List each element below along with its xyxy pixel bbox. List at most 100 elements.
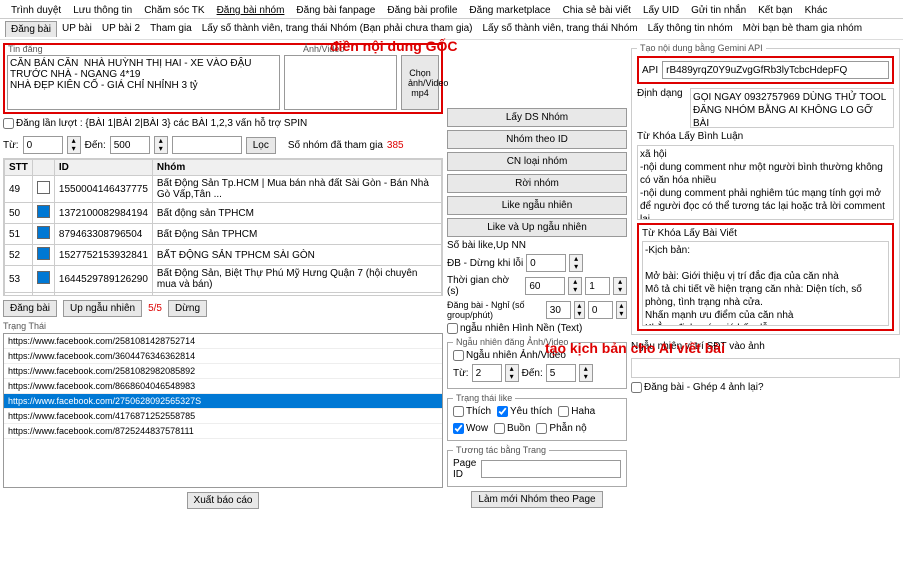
dung-button[interactable]: Dừng (168, 300, 207, 317)
mid-button-5[interactable]: Like và Up ngẫu nhiên (447, 218, 627, 237)
tab-sub-2[interactable]: UP bài 2 (97, 21, 145, 37)
table-header[interactable]: STT (5, 160, 33, 176)
tab-top-4[interactable]: Đăng bài fanpage (290, 3, 381, 18)
mid-button-3[interactable]: Rời nhóm (447, 174, 627, 193)
tab-sub-5[interactable]: Lấy số thành viên, trang thái Nhóm (478, 21, 643, 37)
status-list[interactable]: https://www.facebook.com/258108142875271… (3, 333, 443, 488)
sdt-box[interactable] (631, 358, 900, 378)
mid-button-4[interactable]: Like ngẫu nhiên (447, 196, 627, 215)
dung-khi-loi-input[interactable] (526, 254, 566, 272)
tab-top-1[interactable]: Lưu thông tin (67, 3, 138, 18)
nghi-v2-input[interactable] (588, 301, 613, 319)
loc-button[interactable]: Lọc (246, 137, 276, 154)
yeu-checkbox[interactable]: Yêu thích (497, 406, 552, 417)
tab-top-2[interactable]: Chăm sóc TK (138, 3, 210, 18)
row-checkbox[interactable] (37, 205, 50, 218)
tab-top-8[interactable]: Lấy UID (637, 3, 685, 18)
updown-icon[interactable]: ▴▾ (574, 301, 585, 319)
updown-icon[interactable]: ▴▾ (568, 277, 582, 295)
tab-sub-1[interactable]: UP bài (57, 21, 97, 37)
mid-button-1[interactable]: Nhóm theo ID (447, 130, 627, 149)
tab-sub-3[interactable]: Tham gia (145, 21, 197, 37)
annotation-2: tạo kịch bản cho AI viết bài (545, 340, 725, 356)
table-row[interactable]: 531644529789126290Bất Động Sản, Biệt Thự… (5, 266, 442, 293)
tab-top-5[interactable]: Đăng bài profile (381, 3, 463, 18)
tin-dang-label: Tin đăng (8, 44, 43, 54)
trang-thai-label: Trạng Thái (3, 321, 443, 331)
page-id-input[interactable] (481, 460, 621, 478)
mid-button-2[interactable]: CN loại nhóm (447, 152, 627, 171)
dung-khi-loi-label: ĐB - Dừng khi lỗi (447, 258, 523, 269)
api-input[interactable] (662, 61, 889, 79)
ghep4-checkbox[interactable]: Đăng bài - Ghép 4 ảnh lại? (631, 382, 764, 393)
ngau-den-input[interactable] (546, 364, 576, 382)
tab-top-10[interactable]: Kết bạn (752, 3, 798, 18)
so-nhom-label: Số nhóm đã tham gia (288, 140, 383, 151)
updown-icon[interactable]: ▴▾ (616, 301, 627, 319)
status-item[interactable]: https://www.facebook.com/275062809256532… (4, 394, 442, 409)
status-item[interactable]: https://www.facebook.com/872524483757811… (4, 424, 442, 439)
xuat-bao-cao-button[interactable]: Xuất báo cáo (187, 492, 260, 509)
row-checkbox[interactable] (37, 247, 50, 260)
one-input[interactable] (585, 277, 610, 295)
nghi-v1-input[interactable] (546, 301, 571, 319)
table-row[interactable]: 491550004146437775Bất Động Sản Tp.HCM | … (5, 176, 442, 203)
haha-checkbox[interactable]: Haha (558, 406, 595, 417)
tab-top-11[interactable]: Khác (799, 3, 834, 18)
table-row[interactable]: 542898796901140967Rđs Kon Tum - Bất Động… (5, 293, 442, 297)
bl-textarea[interactable]: xã hội -nội dung comment như một người b… (637, 145, 894, 220)
table-header[interactable]: Nhóm (152, 160, 441, 176)
row-checkbox[interactable] (37, 226, 50, 239)
ngau-tu-input[interactable] (472, 364, 502, 382)
bv-textarea[interactable]: -Kịch bản: Mở bài: Giới thiệu vị trí đắc… (642, 241, 889, 326)
table-header[interactable] (32, 160, 54, 176)
updown-icon[interactable]: ▴▾ (579, 364, 593, 382)
lam-moi-button[interactable]: Làm mới Nhóm theo Page (471, 491, 602, 508)
wow-checkbox[interactable]: Wow (453, 423, 488, 434)
tu-khoa-bv-label: Từ Khóa Lấy Bài Viết (642, 228, 889, 239)
tu-label: Từ: (3, 140, 19, 151)
phan-checkbox[interactable]: Phẫn nộ (536, 423, 586, 434)
count-label: 5/5 (148, 303, 162, 314)
thich-checkbox[interactable]: Thích (453, 406, 491, 417)
tab-top-6[interactable]: Đăng marketplace (463, 3, 556, 18)
tab-top-9[interactable]: Gửi tin nhắn (685, 3, 752, 18)
buon-checkbox[interactable]: Buồn (494, 423, 530, 434)
tab-sub-4[interactable]: Lấy số thành viên, trang thái Nhóm (Bạn … (197, 21, 478, 37)
tab-top-7[interactable]: Chia sẻ bài viết (557, 3, 637, 18)
up-ngau-button[interactable]: Up ngẫu nhiên (63, 300, 142, 317)
row-checkbox[interactable] (37, 271, 50, 284)
group-table[interactable]: STT IDNhóm 491550004146437775Bất Động Sản… (4, 159, 442, 296)
tin-dang-textarea[interactable]: CĂN BÁN CĂN NHÀ HUỲNH THỊ HAI - XE VÀO Đ… (7, 55, 280, 110)
table-row[interactable]: 51879463308796504Bất Động Sản TPHCM (5, 224, 442, 245)
chon-anh-button[interactable]: Chọn ảnh/Video mp4 (401, 55, 439, 110)
anh-video-box[interactable] (284, 55, 397, 110)
row-checkbox[interactable] (37, 181, 50, 194)
mid-button-0[interactable]: Lấy DS Nhóm (447, 108, 627, 127)
filter-text-input[interactable] (172, 136, 242, 154)
updown-icon[interactable]: ▴▾ (154, 136, 168, 154)
status-item[interactable]: https://www.facebook.com/258108298208589… (4, 364, 442, 379)
status-item[interactable]: https://www.facebook.com/866860404654898… (4, 379, 442, 394)
updown-icon[interactable]: ▴▾ (505, 364, 519, 382)
tab-top-0[interactable]: Trình duyệt (5, 3, 67, 18)
table-row[interactable]: 501372100082984194Bất động sản TPHCM (5, 203, 442, 224)
tu-input[interactable] (23, 136, 63, 154)
tab-sub-7[interactable]: Mời bạn bè tham gia nhóm (738, 21, 867, 37)
updown-icon[interactable]: ▴▾ (569, 254, 583, 272)
updown-icon[interactable]: ▴▾ (613, 277, 627, 295)
tab-sub-0[interactable]: Đăng bài (5, 21, 57, 37)
status-item[interactable]: https://www.facebook.com/258108142875271… (4, 334, 442, 349)
status-item[interactable]: https://www.facebook.com/417687125255878… (4, 409, 442, 424)
ngau-hinh-checkbox[interactable]: ngẫu nhiên Hình Nền (Text) (447, 323, 582, 334)
dang-bai-button[interactable]: Đăng bài (3, 300, 57, 317)
tab-sub-6[interactable]: Lấy thông tin nhóm (643, 21, 738, 37)
den-input[interactable] (110, 136, 150, 154)
tab-top-3[interactable]: Đăng bài nhóm (211, 3, 291, 18)
updown-icon[interactable]: ▴▾ (67, 136, 81, 154)
status-item[interactable]: https://www.facebook.com/360447634636281… (4, 349, 442, 364)
table-row[interactable]: 521527752153932841BẤT ĐỘNG SẢN TPHCM SÀI… (5, 245, 442, 266)
thoi-gian-cho-input[interactable] (525, 277, 565, 295)
table-header[interactable]: ID (54, 160, 152, 176)
spin-checkbox[interactable]: Đăng lần lượt : {BÀI 1|BÀI 2|BÀI 3} các … (3, 118, 307, 129)
